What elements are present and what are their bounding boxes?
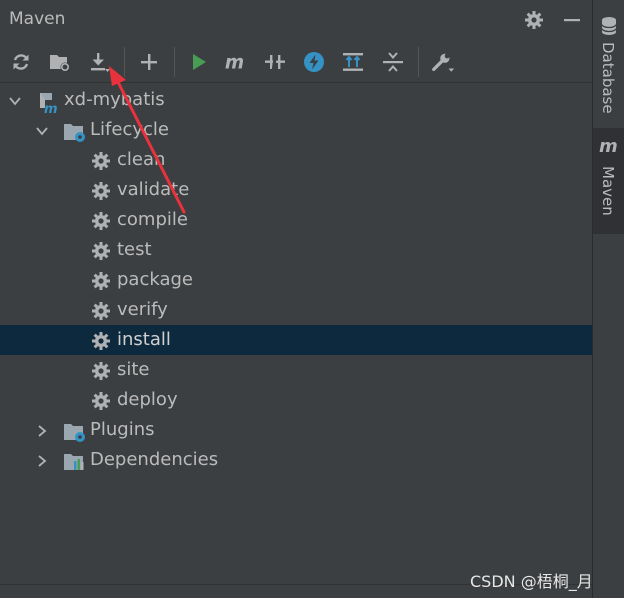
maven-tab-label: Maven (599, 166, 617, 216)
plugins-label: Plugins (90, 419, 155, 440)
tool-window-title: Maven (9, 9, 66, 29)
tree-row-goal-site[interactable]: site (0, 355, 592, 385)
maven-m-icon: m (598, 136, 620, 160)
gear-icon (90, 210, 112, 232)
reload-icon[interactable] (9, 50, 33, 74)
tree-row-goal-compile[interactable]: compile (0, 205, 592, 235)
toolbar-separator (418, 47, 419, 77)
run-icon[interactable] (187, 50, 211, 74)
skip-tests-lightning-icon[interactable] (302, 50, 326, 74)
tree-row-goal-verify[interactable]: verify (0, 295, 592, 325)
tree-row-plugins[interactable]: Plugins (0, 415, 592, 445)
chevron-right-icon[interactable] (35, 453, 49, 467)
gear-icon (90, 360, 112, 382)
gear-icon (90, 330, 112, 352)
chevron-down-icon[interactable] (35, 123, 49, 137)
watermark: CSDN @梧桐_月 (470, 572, 593, 591)
goal-label: deploy (117, 389, 178, 410)
tree-row-goal-install[interactable]: install (0, 325, 592, 355)
database-tab[interactable]: Database (593, 10, 624, 120)
svg-text:m: m (225, 52, 244, 73)
settings-gear-icon[interactable] (523, 9, 545, 31)
gear-icon (90, 270, 112, 292)
tree-row-goal-test[interactable]: test (0, 235, 592, 265)
show-dependencies-icon[interactable] (341, 50, 365, 74)
toolbar-separator (124, 47, 125, 77)
database-icon (600, 16, 618, 40)
tree-row-lifecycle[interactable]: Lifecycle (0, 115, 592, 145)
lifecycle-folder-gear-icon (63, 120, 85, 142)
chevron-down-icon[interactable] (8, 93, 22, 107)
gear-icon (90, 180, 112, 202)
goal-label: package (117, 269, 193, 290)
tree-row-goal-validate[interactable]: validate (0, 175, 592, 205)
tree-row-dependencies[interactable]: Dependencies (0, 445, 592, 475)
goal-label: install (117, 329, 171, 350)
tree-row-goal-package[interactable]: package (0, 265, 592, 295)
goal-label: verify (117, 299, 168, 320)
plugins-folder-gear-icon (63, 420, 85, 442)
tree-row-project[interactable]: m xd-mybatis (0, 85, 592, 117)
goal-label: validate (117, 179, 190, 200)
tool-window-header: Maven (0, 0, 592, 40)
generate-sources-folder-icon[interactable] (48, 50, 72, 74)
right-tool-window-strip: Database m Maven (592, 0, 624, 598)
maven-tool-window: Maven m m xd-mybatis Lifecycle clean val… (0, 0, 592, 598)
database-tab-label: Database (599, 42, 617, 114)
project-name-label: xd-mybatis (64, 89, 165, 110)
minimize-icon[interactable] (561, 9, 583, 31)
collapse-all-icon[interactable] (381, 50, 405, 74)
tree-row-goal-deploy[interactable]: deploy (0, 385, 592, 415)
download-sources-icon[interactable] (87, 50, 111, 74)
tree-row-goal-clean[interactable]: clean (0, 145, 592, 175)
execute-maven-goal-icon[interactable]: m (224, 50, 248, 74)
lifecycle-label: Lifecycle (90, 119, 169, 140)
svg-text:m: m (44, 102, 58, 114)
chevron-right-icon[interactable] (35, 423, 49, 437)
gear-icon (90, 390, 112, 412)
maven-toolbar: m (0, 42, 592, 83)
gear-icon (90, 150, 112, 172)
svg-text:m: m (599, 136, 618, 156)
goal-label: compile (117, 209, 188, 230)
goal-label: clean (117, 149, 166, 170)
maven-tab[interactable]: m Maven (593, 128, 624, 234)
dependencies-library-icon (63, 450, 85, 472)
gear-icon (90, 240, 112, 262)
toggle-offline-mode-icon[interactable] (263, 50, 287, 74)
goal-label: site (117, 359, 150, 380)
goal-label: test (117, 239, 152, 260)
add-project-plus-icon[interactable] (137, 50, 161, 74)
maven-module-icon: m (37, 90, 59, 117)
build-tools-settings-wrench-icon[interactable] (431, 50, 455, 74)
toolbar-separator (174, 47, 175, 77)
dependencies-label: Dependencies (90, 449, 219, 470)
gear-icon (90, 300, 112, 322)
